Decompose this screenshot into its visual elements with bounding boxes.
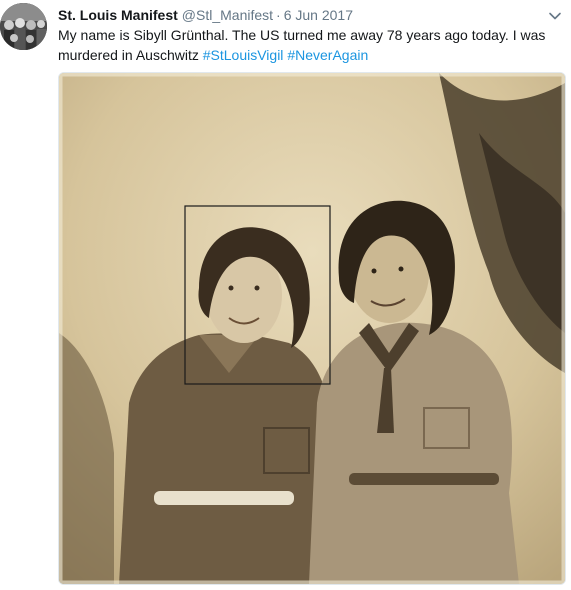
avatar[interactable] (0, 3, 47, 50)
tweet-menu-button[interactable] (548, 9, 562, 23)
tweet-media-photo[interactable] (58, 72, 566, 585)
chevron-down-icon (549, 12, 561, 20)
hashtag-stlouisvigil[interactable]: #StLouisVigil (203, 47, 284, 63)
group-photo-avatar-icon (0, 3, 47, 50)
tweet-header: St. Louis Manifest @Stl_Manifest · 6 Jun 20… (58, 5, 353, 25)
vintage-photo-two-young-women-icon (59, 73, 565, 584)
display-name[interactable]: St. Louis Manifest (58, 7, 178, 23)
separator-dot: · (276, 7, 281, 23)
tweet-timestamp[interactable]: 6 Jun 2017 (284, 7, 353, 23)
tweet-text: My name is Sibyll Grünthal. The US turne… (58, 25, 563, 65)
user-handle[interactable]: @Stl_Manifest (182, 7, 273, 23)
hashtag-neveragain[interactable]: #NeverAgain (287, 47, 368, 63)
tweet: St. Louis Manifest @Stl_Manifest · 6 Jun 20… (0, 0, 571, 590)
